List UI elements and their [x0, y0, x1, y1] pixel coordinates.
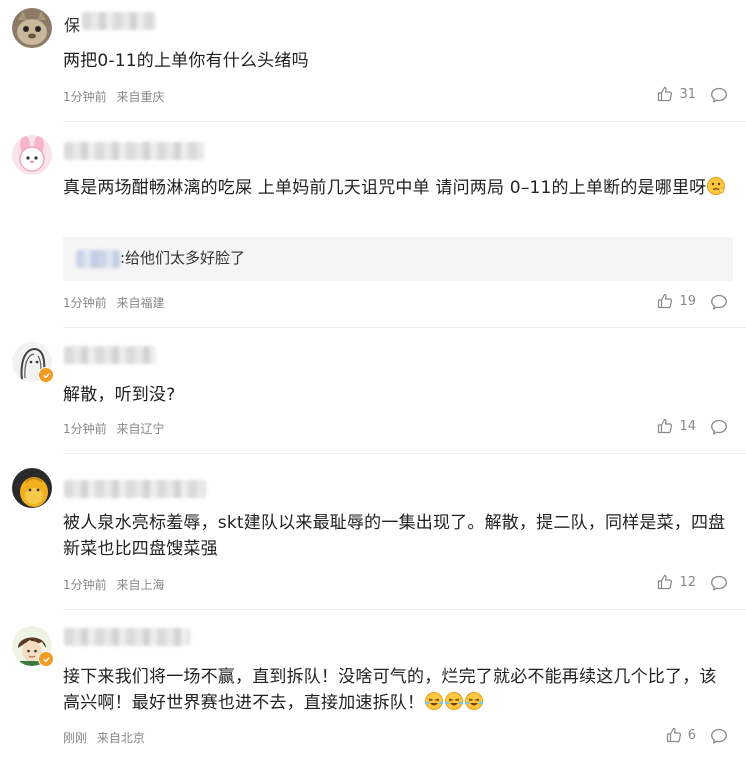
- comment-meta: 1分钟前 来自辽宁: [63, 420, 164, 437]
- like-button[interactable]: 19: [657, 293, 696, 309]
- user-name[interactable]: [64, 480, 206, 498]
- verified-badge-icon: [38, 651, 54, 667]
- comment-text: 解散，听到没?: [63, 385, 176, 405]
- comment-text-body: 接下来我们将一场不赢，直到拆队！没啥可气的，烂完了就必不能再续这几个比了，该高兴…: [63, 667, 717, 713]
- like-count: 12: [679, 574, 696, 590]
- comment-location: 来自福建: [116, 296, 165, 310]
- comment-text: 被人泉水亮标羞辱，skt建队以来最耻辱的一集出现了。解散，提二队，同样是菜，四盘…: [63, 513, 726, 559]
- reply-user-name[interactable]: [76, 250, 120, 268]
- reply-preview[interactable]: :给他们太多好脸了: [63, 237, 733, 281]
- comment-meta: 1分钟前 来自重庆: [63, 88, 164, 105]
- pink-bunny-avatar-icon[interactable]: [12, 135, 52, 175]
- like-button[interactable]: 14: [657, 418, 696, 434]
- comment-text: 两把0-11的上单你有什么头绪吗: [63, 51, 309, 71]
- thinking-emoji-icon: [706, 176, 726, 196]
- comment-text: 接下来我们将一场不赢，直到拆队！没啥可气的，烂完了就必不能再续这几个比了，该高兴…: [63, 664, 731, 716]
- laughing-tears-emoji-icon: [424, 691, 484, 711]
- reply-button[interactable]: [710, 574, 728, 592]
- reply-text: :给他们太多好脸了: [120, 249, 246, 267]
- like-count: 14: [679, 418, 696, 434]
- speech-bubble-icon: [710, 86, 728, 104]
- comment-location: 来自北京: [96, 731, 145, 745]
- comment-time: 1分钟前: [63, 578, 107, 592]
- comment-meta: 1分钟前 来自上海: [63, 576, 164, 593]
- thumbs-up-icon: [657, 293, 673, 309]
- comment-location: 来自辽宁: [116, 422, 165, 436]
- like-button[interactable]: 31: [657, 86, 696, 102]
- verified-badge-icon: [38, 367, 54, 383]
- speech-bubble-icon: [710, 727, 728, 745]
- cat-avatar-icon[interactable]: [12, 8, 52, 48]
- comment-time: 1分钟前: [63, 422, 107, 436]
- thumbs-up-icon: [657, 86, 673, 102]
- reply-button[interactable]: [710, 727, 728, 745]
- thumbs-up-icon: [657, 418, 673, 434]
- comment-time: 1分钟前: [63, 296, 107, 310]
- user-name[interactable]: [64, 346, 156, 364]
- like-count: 6: [687, 727, 696, 743]
- speech-bubble-icon: [710, 574, 728, 592]
- like-button[interactable]: 6: [666, 727, 696, 743]
- like-button[interactable]: 12: [657, 574, 696, 590]
- yellow-character-avatar-icon[interactable]: [12, 468, 52, 508]
- comment-time: 1分钟前: [63, 90, 107, 104]
- reply-button[interactable]: [710, 293, 728, 311]
- thumbs-up-icon: [666, 727, 682, 743]
- user-name[interactable]: [82, 12, 156, 30]
- comment-text: 真是两场酣畅淋漓的吃屎 上单妈前几天诅咒中单 请问两局 0–11的上单断的是哪里…: [63, 175, 731, 201]
- comment-item: 真是两场酣畅淋漓的吃屎 上单妈前几天诅咒中单 请问两局 0–11的上单断的是哪里…: [0, 122, 746, 328]
- like-count: 19: [679, 293, 696, 309]
- user-name[interactable]: [64, 142, 204, 160]
- reply-button[interactable]: [710, 418, 728, 436]
- comment-location: 来自上海: [116, 578, 165, 592]
- comment-location: 来自重庆: [116, 90, 165, 104]
- reply-button[interactable]: [710, 86, 728, 104]
- speech-bubble-icon: [710, 418, 728, 436]
- user-name-initial[interactable]: 保: [64, 12, 80, 36]
- like-count: 31: [679, 86, 696, 102]
- comment-item: 接下来我们将一场不赢，直到拆队！没啥可气的，烂完了就必不能再续这几个比了，该高兴…: [0, 610, 746, 761]
- comment-text-body: 真是两场酣畅淋漓的吃屎 上单妈前几天诅咒中单 请问两局 0–11的上单断的是哪里…: [63, 178, 707, 198]
- speech-bubble-icon: [710, 293, 728, 311]
- thumbs-up-icon: [657, 574, 673, 590]
- comment-item: 被人泉水亮标羞辱，skt建队以来最耻辱的一集出现了。解散，提二队，同样是菜，四盘…: [0, 454, 746, 610]
- comment-item: 解散，听到没? 1分钟前 来自辽宁 14: [0, 328, 746, 454]
- user-name[interactable]: [64, 628, 190, 646]
- comment-meta: 刚刚 来自北京: [63, 729, 145, 746]
- comment-time: 刚刚: [63, 731, 88, 745]
- comment-meta: 1分钟前 来自福建: [63, 294, 164, 311]
- comment-item: 保 两把0-11的上单你有什么头绪吗 1分钟前 来自重庆 31: [0, 0, 746, 122]
